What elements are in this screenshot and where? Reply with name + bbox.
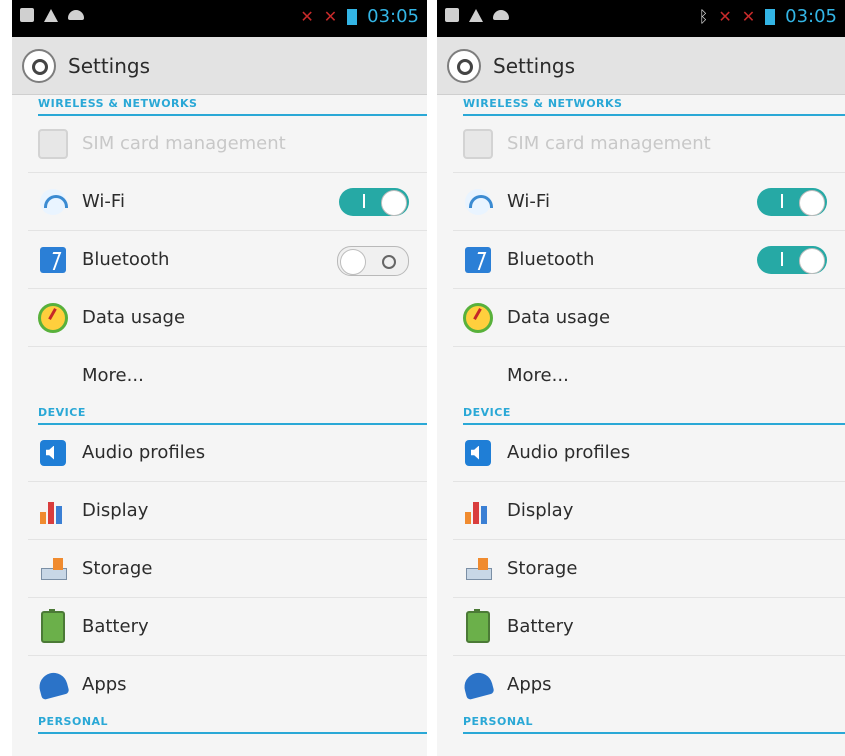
wifi-row[interactable]: Wi-Fi [453, 173, 845, 231]
right-settings-panel: ᛒ ✕ ✕ 03:05 Settings WIRELESS & NETWORKS… [437, 0, 845, 756]
display-icon [465, 498, 491, 524]
wifi-icon [465, 188, 493, 215]
section-wireless: WIRELESS & NETWORKS [22, 95, 427, 116]
row-label: Audio profiles [82, 442, 206, 463]
row-label: Data usage [82, 307, 186, 328]
section-label: PERSONAL [38, 715, 109, 728]
section-device: DEVICE [447, 404, 845, 425]
no-signal-icon: ✕ [300, 7, 314, 26]
row-label: Bluetooth [507, 249, 595, 270]
image-icon [445, 8, 459, 22]
apps-row[interactable]: Apps [28, 656, 427, 713]
data-usage-row[interactable]: Data usage [453, 289, 845, 347]
row-label: More... [507, 365, 569, 386]
section-device: DEVICE [22, 404, 427, 425]
row-label: Wi-Fi [82, 191, 125, 212]
apps-icon [461, 669, 495, 700]
storage-row[interactable]: Storage [28, 540, 427, 598]
audio-profiles-row[interactable]: Audio profiles [28, 424, 427, 482]
audio-profiles-icon [465, 439, 491, 466]
row-label: Wi-Fi [507, 191, 550, 212]
row-label: Battery [507, 616, 574, 637]
row-label: More... [82, 365, 144, 386]
row-label: Display [82, 500, 149, 521]
sim-card-icon [38, 128, 68, 159]
audio-profiles-row[interactable]: Audio profiles [453, 424, 845, 482]
row-label: Apps [82, 674, 127, 695]
battery-icon [347, 8, 358, 25]
row-label: Bluetooth [82, 249, 170, 270]
row-label: Display [507, 500, 574, 521]
section-personal: PERSONAL [447, 713, 845, 734]
wifi-icon [40, 188, 68, 215]
battery-icon [765, 8, 776, 25]
no-signal-icon: ✕ [741, 7, 756, 26]
left-settings-panel: ✕ ✕ 03:05 Settings WIRELESS & NETWORKS S… [12, 0, 427, 756]
apps-icon [36, 669, 70, 700]
display-row[interactable]: Display [28, 482, 427, 540]
wifi-toggle[interactable] [339, 188, 409, 216]
storage-row[interactable]: Storage [453, 540, 845, 598]
battery-row[interactable]: Battery [453, 598, 845, 656]
row-label: Data usage [507, 307, 611, 328]
action-bar: Settings [437, 37, 845, 95]
more-row[interactable]: More... [28, 347, 427, 404]
android-icon [493, 10, 509, 20]
row-label: Battery [82, 616, 149, 637]
data-usage-row[interactable]: Data usage [28, 289, 427, 347]
section-personal: PERSONAL [22, 713, 427, 734]
bluetooth-status-icon: ᛒ [698, 7, 709, 26]
data-usage-icon [463, 302, 493, 333]
bluetooth-toggle[interactable] [757, 246, 827, 274]
settings-icon [22, 48, 56, 83]
row-label: Audio profiles [507, 442, 631, 463]
bluetooth-icon [465, 246, 491, 273]
android-icon [68, 10, 84, 20]
section-label: WIRELESS & NETWORKS [38, 97, 198, 110]
sim-card-management-row: SIM card management [28, 115, 427, 173]
battery-settings-icon [41, 608, 65, 643]
sim-card-icon [463, 128, 493, 159]
wifi-row[interactable]: Wi-Fi [28, 173, 427, 231]
section-label: WIRELESS & NETWORKS [463, 97, 623, 110]
section-label: PERSONAL [463, 715, 534, 728]
page-title: Settings [68, 53, 151, 78]
no-signal-icon: ✕ [718, 7, 732, 26]
more-row[interactable]: More... [453, 347, 845, 404]
bluetooth-row[interactable]: Bluetooth [453, 231, 845, 289]
no-signal-icon: ✕ [323, 7, 338, 26]
image-icon [20, 8, 34, 22]
battery-row[interactable]: Battery [28, 598, 427, 656]
display-row[interactable]: Display [453, 482, 845, 540]
settings-icon [447, 48, 481, 83]
page-title: Settings [493, 53, 576, 78]
status-time: 03:05 [367, 6, 419, 27]
section-wireless: WIRELESS & NETWORKS [447, 95, 845, 116]
status-bar: ✕ ✕ 03:05 [12, 0, 427, 37]
audio-profiles-icon [40, 439, 66, 466]
row-label: SIM card management [82, 133, 286, 154]
storage-icon [39, 557, 67, 581]
status-bar: ᛒ ✕ ✕ 03:05 [437, 0, 845, 37]
warning-icon [469, 8, 483, 22]
section-label: DEVICE [463, 406, 511, 419]
wifi-toggle[interactable] [757, 188, 827, 216]
bluetooth-row[interactable]: Bluetooth [28, 231, 427, 289]
bluetooth-icon [40, 246, 66, 273]
row-label: Apps [507, 674, 552, 695]
row-label: Storage [82, 558, 153, 579]
data-usage-icon [38, 302, 68, 333]
row-label: SIM card management [507, 133, 711, 154]
warning-icon [44, 8, 58, 22]
status-time: 03:05 [785, 6, 837, 27]
apps-row[interactable]: Apps [453, 656, 845, 713]
row-label: Storage [507, 558, 578, 579]
bluetooth-toggle[interactable] [337, 246, 409, 276]
sim-card-management-row: SIM card management [453, 115, 845, 173]
section-label: DEVICE [38, 406, 86, 419]
storage-icon [464, 557, 492, 581]
display-icon [40, 498, 66, 524]
action-bar: Settings [12, 37, 427, 95]
battery-settings-icon [466, 608, 490, 643]
